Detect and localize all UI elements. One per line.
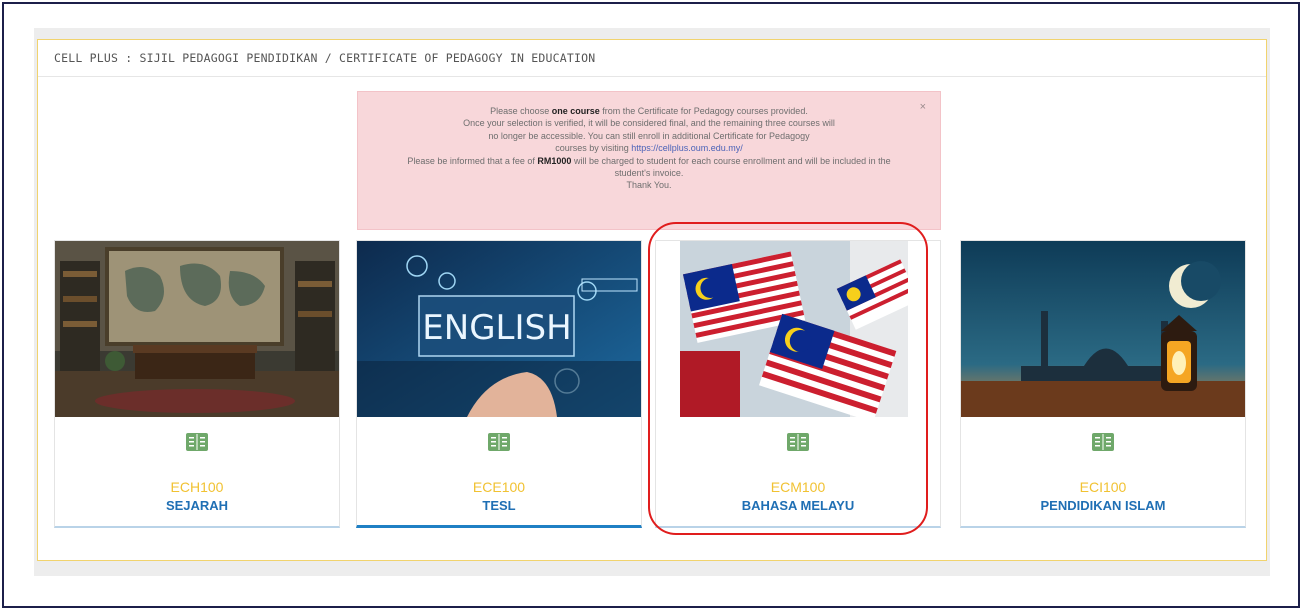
course-name[interactable]: TESL	[357, 498, 641, 513]
course-card-pendidikan-islam[interactable]: ECI100 PENDIDIKAN ISLAM	[960, 240, 1246, 528]
course-card-tesl[interactable]: ENGLISH ECE100 TESL	[356, 240, 642, 528]
panel-header: CELL PLUS : SIJIL PEDAGOGI PENDIDIKAN / …	[38, 40, 1266, 77]
course-name[interactable]: SEJARAH	[55, 498, 339, 513]
alert-notice: × Please choose one course from the Cert…	[357, 91, 941, 230]
course-code: ECH100	[170, 479, 224, 495]
course-image-malaysia-flags	[680, 241, 908, 417]
notice-line-7: Thank You.	[626, 180, 672, 191]
course-code: ECI100	[1079, 479, 1127, 495]
notice-line-1: Please choose one course from the Certif…	[490, 106, 808, 116]
course-code: ECE100	[472, 479, 526, 495]
notice-line-5: Please be informed that a fee of RM1000 …	[407, 155, 891, 166]
notice-line-6: student's invoice.	[614, 168, 684, 179]
english-image-text: ENGLISH	[422, 308, 571, 348]
course-card-sejarah[interactable]: ECH100 SEJARAH	[54, 240, 340, 528]
course-image-mosque-lantern	[961, 241, 1245, 417]
close-icon[interactable]: ×	[920, 101, 926, 113]
course-code: ECM100	[770, 479, 826, 495]
notice-line-3: no longer be accessible. You can still e…	[488, 130, 810, 141]
course-image-history-room	[55, 241, 339, 417]
book-icon	[1092, 433, 1114, 455]
cellplus-link[interactable]: https://cellplus.oum.edu.my/	[631, 143, 743, 153]
book-icon	[488, 433, 510, 455]
book-icon	[787, 433, 809, 455]
course-card-bahasa-melayu[interactable]: ECM100 BAHASA MELAYU	[655, 240, 941, 528]
notice-line-4: courses by visiting https://cellplus.oum…	[555, 143, 743, 154]
panel-title: CELL PLUS : SIJIL PEDAGOGI PENDIDIKAN / …	[54, 51, 596, 65]
course-image-english: ENGLISH	[357, 241, 641, 417]
course-name[interactable]: BAHASA MELAYU	[656, 498, 940, 513]
course-name[interactable]: PENDIDIKAN ISLAM	[961, 498, 1245, 513]
notice-line-2: Once your selection is verified, it will…	[463, 118, 835, 129]
book-icon	[186, 433, 208, 455]
